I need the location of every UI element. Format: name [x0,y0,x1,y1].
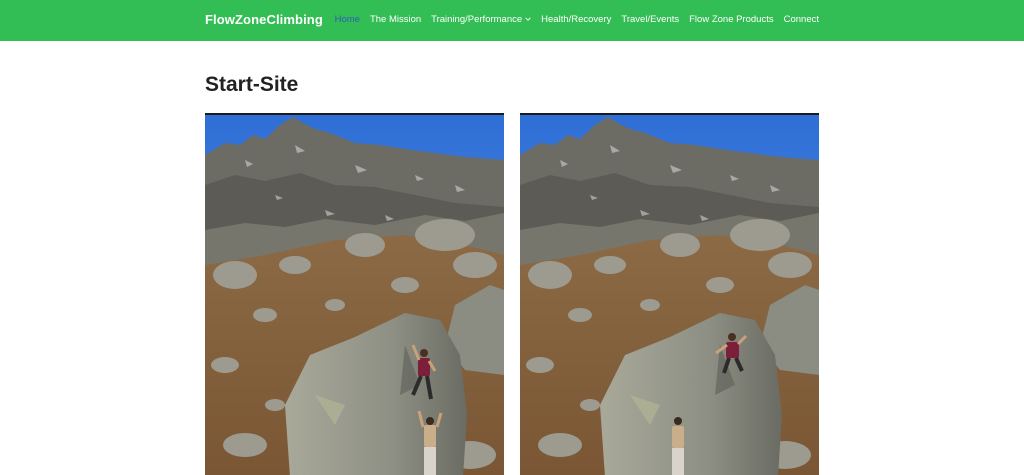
nav-item-health-recovery[interactable]: Health/Recovery [541,14,611,25]
nav-item-connect[interactable]: Connect [784,14,819,25]
chevron-down-icon [525,14,531,25]
page-title: Start-Site [205,73,299,96]
nav-item-training-performance-label: Training/Performance [431,14,523,25]
site-logo-link[interactable]: FlowZoneClimbing [205,12,323,27]
site-header: FlowZoneClimbing Home The Mission Traini… [0,0,1024,41]
nav-item-the-mission[interactable]: The Mission [370,14,421,25]
nav-item-travel-events[interactable]: Travel/Events [621,14,679,25]
main-navigation: Home The Mission Training/Performance He… [335,14,819,25]
nav-item-flow-zone-products[interactable]: Flow Zone Products [689,14,773,25]
mountain-boulder-image [520,115,819,475]
bouldering-photo-left [205,113,504,475]
bouldering-photo-right [520,113,819,475]
nav-item-home[interactable]: Home [335,14,360,25]
nav-item-training-performance[interactable]: Training/Performance [431,14,531,25]
mountain-boulder-image [205,115,504,475]
